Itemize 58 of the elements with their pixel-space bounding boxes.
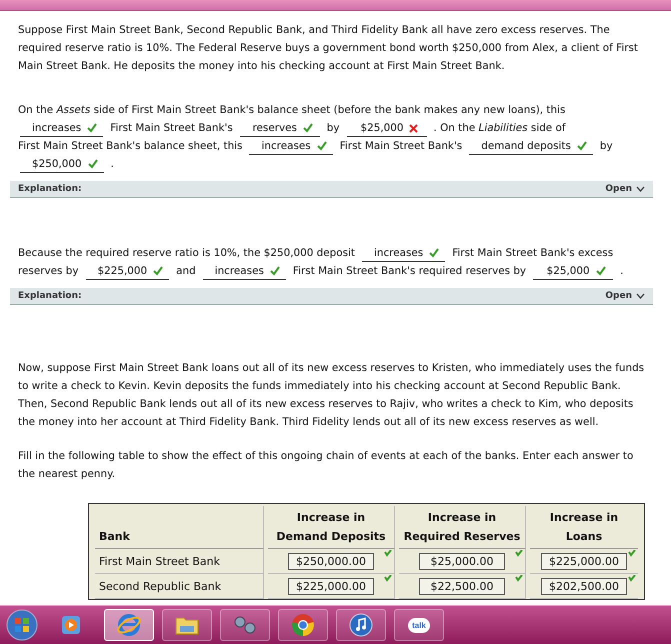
taskbar-app-button[interactable]: talk bbox=[394, 609, 444, 641]
taskbar-app-button[interactable] bbox=[220, 609, 270, 641]
question-text: First Main Street Bank's balance sheet, this bbox=[18, 139, 242, 154]
answer-input[interactable]: $22,500.00 bbox=[419, 578, 505, 594]
open-toggle[interactable]: Open bbox=[605, 291, 645, 301]
taskbar-app-button[interactable] bbox=[336, 609, 386, 641]
open-toggle[interactable]: Open bbox=[605, 184, 645, 194]
chrome-logo-icon bbox=[291, 613, 315, 637]
answer-input[interactable]: $202,500.00 bbox=[541, 578, 627, 594]
taskbar-app-button[interactable] bbox=[278, 609, 328, 641]
answer-blank[interactable]: reserves bbox=[240, 120, 320, 137]
chevron-down-icon bbox=[636, 186, 645, 192]
question-text: . bbox=[620, 264, 624, 279]
chain-link-icon bbox=[232, 614, 258, 636]
column-header: Bank bbox=[95, 506, 264, 549]
column-header: Increase in Required Reserves bbox=[399, 506, 526, 549]
question-text: First Main Street Bank's bbox=[340, 139, 462, 154]
column-header: Increase in Loans bbox=[530, 506, 638, 549]
question-text: First Main Street Bank's required reserves by bbox=[292, 264, 526, 279]
question-text: by bbox=[600, 139, 613, 154]
answer-blank[interactable]: increases bbox=[362, 245, 446, 262]
instruction-text: Fill in the following table to show the effect of this ongoing chain of events at each of the banks. Enter each answer to the nearest penny. bbox=[18, 449, 634, 482]
answer-input[interactable]: $250,000.00 bbox=[288, 552, 374, 570]
taskbar-app-button[interactable] bbox=[104, 609, 154, 641]
question-text: On the Assets side of First Main Street Bank's balance sheet (before the bank makes any new loans), this bbox=[18, 103, 566, 118]
answer-blank[interactable]: $25,000 bbox=[346, 120, 426, 137]
table-cell: Second Republic Bank bbox=[95, 574, 264, 599]
question-text: and bbox=[176, 264, 196, 279]
answer-input[interactable]: $225,000.00 bbox=[288, 578, 374, 594]
taskbar-app-button[interactable] bbox=[162, 609, 212, 641]
question-text: Suppose First Main Street Bank, Second Republic Bank, and Third Fidelity Bank all have zero excess reserves. The required reserve ratio is 10%. The Federal Reserve buys a government bond worth $250,000 from Alex, a client of First Main Street Bank. He deposits the money into his checking account at First Main Street Bank. bbox=[18, 23, 639, 74]
table-cell: First Main Street Bank bbox=[95, 549, 264, 574]
question-text: Because the required reserve ratio is 10%, the $250,000 deposit bbox=[18, 246, 355, 261]
question-text: First Main Street Bank's bbox=[110, 121, 233, 136]
chevron-down-icon bbox=[636, 293, 645, 299]
answer-blank[interactable]: $25,000 bbox=[533, 263, 614, 280]
answer-blank[interactable]: increases bbox=[249, 138, 333, 155]
play-icon bbox=[60, 614, 82, 636]
start-button[interactable] bbox=[6, 609, 38, 641]
explanation-label: Explanation: bbox=[18, 291, 82, 301]
answer-blank[interactable]: increases bbox=[202, 263, 286, 280]
answer-blank[interactable]: increases bbox=[20, 120, 104, 137]
question-text: reserves by bbox=[18, 264, 79, 279]
answer-blank[interactable]: $225,000 bbox=[86, 263, 170, 280]
answer-input[interactable]: $25,000.00 bbox=[419, 552, 505, 570]
question-text: . bbox=[110, 157, 114, 172]
explanation-label: Explanation: bbox=[18, 184, 82, 194]
answer-blank[interactable]: $250,000 bbox=[20, 156, 104, 173]
question-text: . On the Liabilities side of bbox=[434, 121, 566, 136]
question-text: by bbox=[326, 121, 340, 136]
answer-input[interactable]: $225,000.00 bbox=[541, 552, 627, 570]
column-header: Increase in Demand Deposits bbox=[268, 506, 395, 549]
question-text: Now, suppose First Main Street Bank loans out all of its new excess reserves to Kristen, who immediately uses the funds to write a check to Kevin. Kevin deposits the funds immediately into his checking account at Second Republic Bank. Then, Second Republic Bank lends out all of its new excess reserves to Rajiv, who writes a check to Kim, who deposits the money into her account at Third Fidelity Bank. Third Fidelity lends out all of its new excess reserves as well. bbox=[18, 361, 645, 430]
e-logo-icon bbox=[116, 612, 142, 638]
question-text: First Main Street Bank's excess bbox=[452, 246, 614, 261]
answer-blank[interactable]: demand deposits bbox=[469, 138, 593, 155]
music-note-icon bbox=[349, 613, 373, 637]
talk-bubble-label: talk bbox=[408, 618, 430, 632]
